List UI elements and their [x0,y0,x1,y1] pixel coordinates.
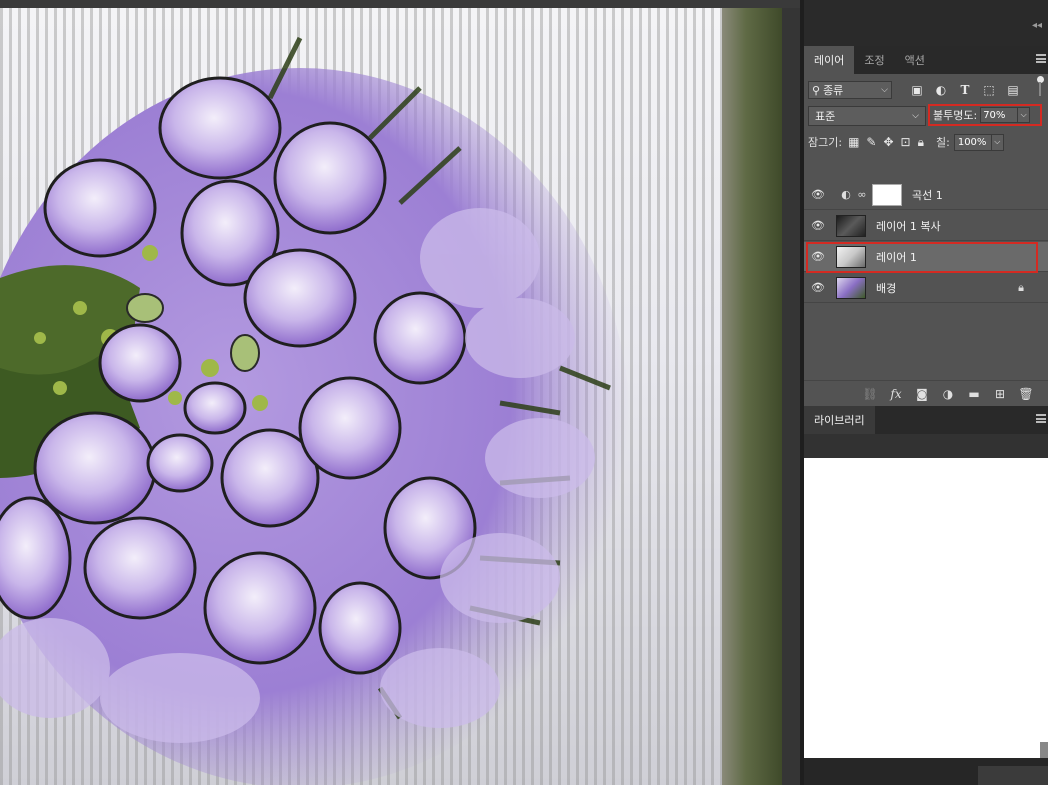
curves-adjustment-icon: ◐ [841,188,851,201]
lock-fill-row: 잠그기: ▦ ✎ ✥ ⊡ 🔒︎ 칠: 100% ⌵ [804,129,1048,155]
image-filter-icon[interactable]: ▣ [908,83,926,97]
collapse-panels-icon[interactable]: ◂◂ [1032,20,1042,31]
tab-layers[interactable]: 레이어 [804,46,855,74]
chevron-down-icon: ⌵ [881,85,888,95]
opacity-dropdown-icon[interactable]: ⌵ [1018,107,1031,123]
library-menu-icon[interactable] [1036,414,1046,423]
lock-artboard-icon[interactable]: ⊡ [901,135,911,150]
blend-mode-value: 표준 [815,110,836,123]
panel-menu-icon[interactable] [1036,54,1046,63]
lock-icons: ▦ ✎ ✥ ⊡ 🔒︎ [848,135,924,150]
library-panel-content [804,458,1048,758]
opacity-input[interactable]: 70% [980,107,1019,123]
tab-adjustments[interactable]: 조정 [854,46,894,74]
layer-name: 배경 [876,281,897,295]
new-layer-icon[interactable]: ⊞ [992,387,1008,401]
lock-all-icon[interactable]: 🔒︎ [918,135,924,150]
eye-icon[interactable]: 👁︎ [804,281,832,294]
layers-panel: ⚲ 종류 ⌵ ▣ ◐ T ⬚ ▤ 표준 ⌵ 불투명도: 70% ⌵ 잠그기: ▦… [804,74,1048,406]
lock-transparent-icon[interactable]: ▦ [848,135,859,150]
trash-icon[interactable]: 🗑︎ [1018,387,1034,401]
smart-object-filter-icon[interactable]: ▤ [1004,83,1022,97]
new-adjustment-icon[interactable]: ◑ [940,387,956,401]
link-icon[interactable]: ∞ [856,188,868,201]
opacity-label: 불투명도: [933,109,978,122]
layer-row-curves[interactable]: 👁︎ ◐ ∞ 곡선 1 [804,180,1048,210]
tab-actions[interactable]: 액션 [895,46,935,74]
opacity-control-highlight: 불투명도: 70% ⌵ [928,104,1042,126]
filter-toggle-bar [1039,82,1041,96]
blend-mode-select[interactable]: 표준 ⌵ [808,106,926,126]
bottom-strip-segment [978,766,1048,785]
tab-libraries[interactable]: 라이브러리 [804,406,875,434]
shape-filter-icon[interactable]: ⬚ [980,83,998,97]
layers-panel-footer: ⛓︎ fx ◙ ◑ ▬ ⊞ 🗑︎ [804,380,1048,406]
lock-icon[interactable]: 🔒︎ [1018,281,1024,295]
filter-kind-select[interactable]: ⚲ 종류 ⌵ [808,81,892,99]
search-icon: ⚲ [812,83,821,97]
lock-position-icon[interactable]: ✥ [883,135,893,150]
link-layers-icon[interactable]: ⛓︎ [862,387,878,401]
layer-row-layer1-copy[interactable]: 👁︎ 레이어 1 복사 [804,211,1048,241]
lock-label: 잠그기: [808,136,843,149]
flower-image-canvas[interactable] [0,8,782,785]
fill-input[interactable]: 100% [953,133,992,151]
eye-icon[interactable]: 👁︎ [804,219,832,232]
right-panel-dock: ◂◂ 레이어 조정 액션 ⚲ 종류 ⌵ ▣ ◐ T ⬚ ▤ 표준 ⌵ 불투명도:… [804,0,1048,785]
library-scrollbar[interactable] [1040,742,1048,758]
eye-icon[interactable]: 👁︎ [804,188,832,201]
panel-bottom-strip [804,758,1048,785]
layers-panel-tabs: 레이어 조정 액션 [804,46,1048,74]
new-group-icon[interactable]: ▬ [966,387,982,401]
blend-opacity-row: 표준 ⌵ 불투명도: 70% ⌵ [804,103,1048,129]
layer-filter-row: ⚲ 종류 ⌵ ▣ ◐ T ⬚ ▤ [804,74,1048,103]
flower-bouquet-illustration [0,36,630,785]
layer-thumbnail [836,214,866,237]
document-canvas-area[interactable] [0,0,800,785]
panel-dock-header: ◂◂ [804,0,1048,46]
layer-row-background[interactable]: 👁︎ 배경 🔒︎ [804,273,1048,303]
chevron-down-icon: ⌵ [912,111,919,121]
selected-layer-highlight [806,242,1038,273]
add-mask-icon[interactable]: ◙ [914,387,930,401]
adjustment-filter-icon[interactable]: ◐ [932,83,950,97]
layer-mask-thumbnail[interactable] [872,183,902,206]
fill-dropdown-icon[interactable]: ⌵ [991,133,1004,151]
lock-paint-icon[interactable]: ✎ [866,135,876,150]
library-panel-tabs: 라이브러리 [804,406,1048,434]
canvas-top-edge [0,0,800,8]
filter-kind-value: 종류 [823,84,844,97]
layer-name: 레이어 1 복사 [876,219,941,233]
layer-name: 곡선 1 [912,188,943,202]
canvas-vertical-scrollbar[interactable] [782,8,800,785]
layer-thumbnail [836,276,866,299]
fx-icon[interactable]: fx [888,387,904,401]
filter-icons: ▣ ◐ T ⬚ ▤ [908,83,1022,97]
fill-label: 칠: [936,136,950,149]
type-filter-icon[interactable]: T [956,83,974,97]
